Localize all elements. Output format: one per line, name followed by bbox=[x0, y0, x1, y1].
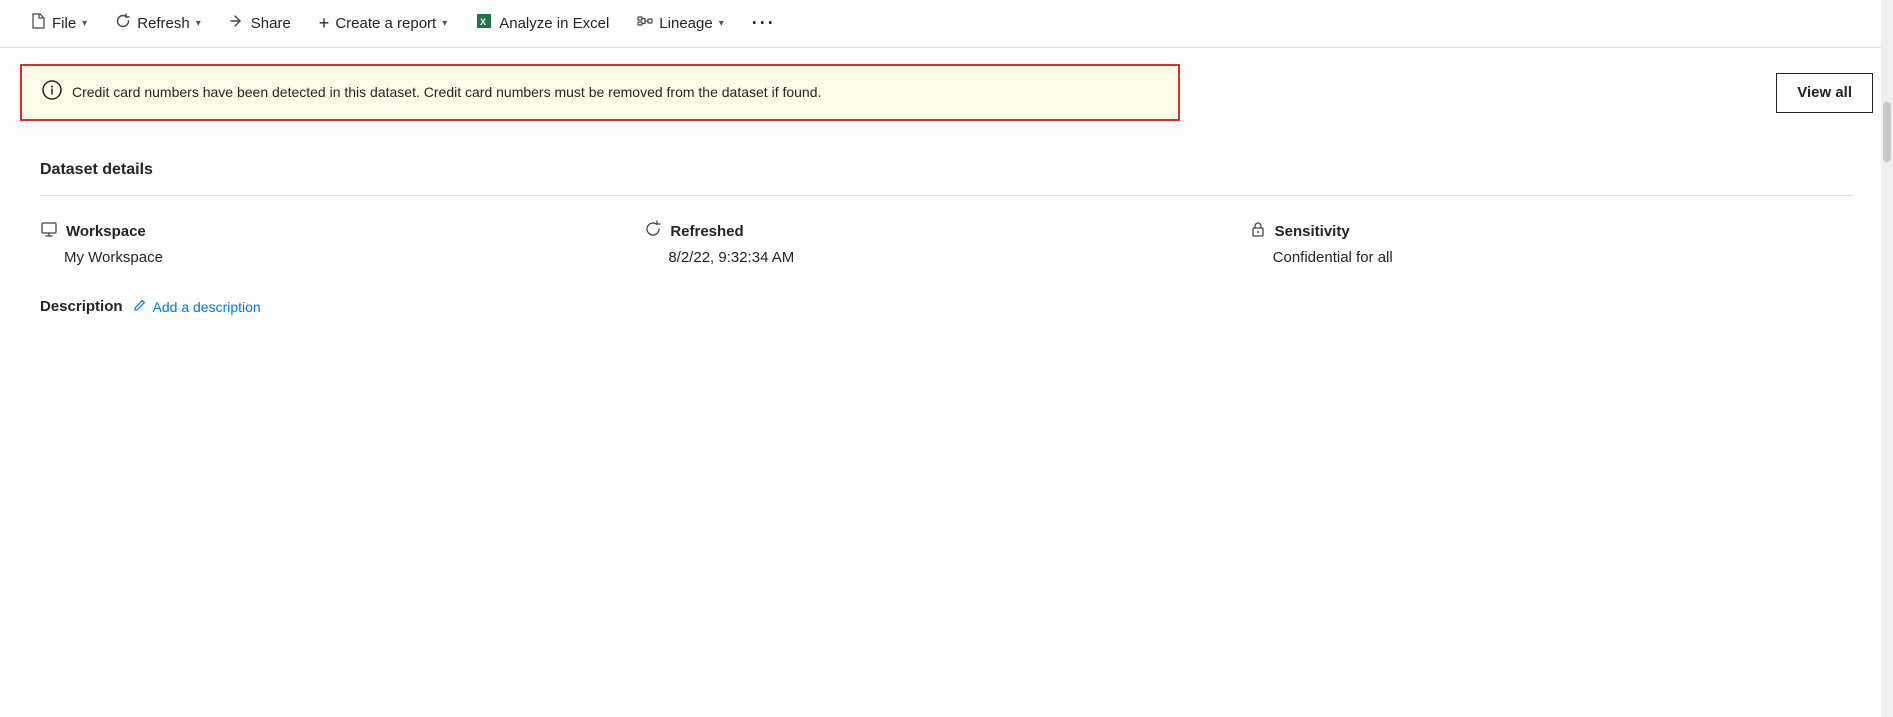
workspace-field: Workspace My Workspace bbox=[40, 220, 644, 266]
add-description-text: Add a description bbox=[153, 299, 261, 315]
share-icon bbox=[229, 13, 245, 34]
view-all-button[interactable]: View all bbox=[1776, 73, 1873, 113]
file-label: File bbox=[52, 15, 76, 32]
toolbar-more-button[interactable]: ··· bbox=[738, 4, 790, 44]
scrollbar[interactable] bbox=[1881, 0, 1893, 717]
edit-pencil-icon bbox=[133, 298, 147, 315]
refreshed-label: Refreshed bbox=[644, 220, 1248, 243]
lineage-icon bbox=[637, 13, 653, 34]
toolbar-refresh-button[interactable]: Refresh ▾ bbox=[101, 4, 215, 44]
section-divider bbox=[40, 195, 1853, 196]
workspace-icon bbox=[40, 220, 58, 243]
toolbar-create-report-button[interactable]: + Create a report ▾ bbox=[305, 4, 461, 44]
lineage-label: Lineage bbox=[659, 15, 712, 32]
refreshed-label-text: Refreshed bbox=[670, 223, 743, 240]
create-report-icon: + bbox=[319, 13, 330, 34]
refresh-label: Refresh bbox=[137, 15, 190, 32]
share-label: Share bbox=[251, 15, 291, 32]
sensitivity-field: Sensitivity Confidential for all bbox=[1249, 220, 1853, 266]
refresh-icon bbox=[115, 13, 131, 34]
lineage-chevron: ▾ bbox=[719, 18, 724, 29]
dataset-fields-grid: Workspace My Workspace Refreshed 8/2/22,… bbox=[40, 220, 1853, 266]
refreshed-field: Refreshed 8/2/22, 9:32:34 AM bbox=[644, 220, 1248, 266]
add-description-button[interactable]: Add a description bbox=[133, 298, 261, 315]
alert-area: Credit card numbers have been detected i… bbox=[0, 48, 1893, 137]
refresh-chevron: ▾ bbox=[196, 18, 201, 29]
scrollbar-thumb[interactable] bbox=[1883, 102, 1891, 162]
toolbar-file-button[interactable]: File ▾ bbox=[16, 4, 101, 44]
analyze-excel-label: Analyze in Excel bbox=[499, 15, 609, 32]
sensitivity-icon bbox=[1249, 220, 1267, 243]
analyze-excel-icon: X bbox=[475, 12, 493, 35]
sensitivity-label-text: Sensitivity bbox=[1275, 223, 1350, 240]
alert-banner: Credit card numbers have been detected i… bbox=[20, 64, 1180, 121]
toolbar: File ▾ Refresh ▾ Share + Create a report… bbox=[0, 0, 1893, 48]
workspace-label: Workspace bbox=[40, 220, 644, 243]
alert-message: Credit card numbers have been detected i… bbox=[72, 83, 821, 103]
dataset-details-title: Dataset details bbox=[40, 161, 1853, 179]
sensitivity-label: Sensitivity bbox=[1249, 220, 1853, 243]
description-label: Description bbox=[40, 298, 123, 315]
workspace-value: My Workspace bbox=[40, 249, 644, 266]
file-icon bbox=[30, 13, 46, 34]
description-row: Description Add a description bbox=[40, 298, 1853, 315]
toolbar-share-button[interactable]: Share bbox=[215, 4, 305, 44]
more-icon: ··· bbox=[752, 13, 776, 34]
refreshed-value: 8/2/22, 9:32:34 AM bbox=[644, 249, 1248, 266]
toolbar-lineage-button[interactable]: Lineage ▾ bbox=[623, 4, 737, 44]
svg-text:X: X bbox=[480, 17, 486, 27]
main-content: Credit card numbers have been detected i… bbox=[0, 48, 1893, 717]
file-chevron: ▾ bbox=[82, 18, 87, 29]
alert-info-icon bbox=[42, 80, 62, 105]
refreshed-icon bbox=[644, 220, 662, 243]
workspace-label-text: Workspace bbox=[66, 223, 146, 240]
sensitivity-value: Confidential for all bbox=[1249, 249, 1853, 266]
create-report-chevron: ▾ bbox=[442, 18, 447, 29]
create-report-label: Create a report bbox=[335, 15, 436, 32]
dataset-details-section: Dataset details Workspace My Workspace bbox=[0, 137, 1893, 339]
toolbar-analyze-excel-button[interactable]: X Analyze in Excel bbox=[461, 4, 623, 44]
